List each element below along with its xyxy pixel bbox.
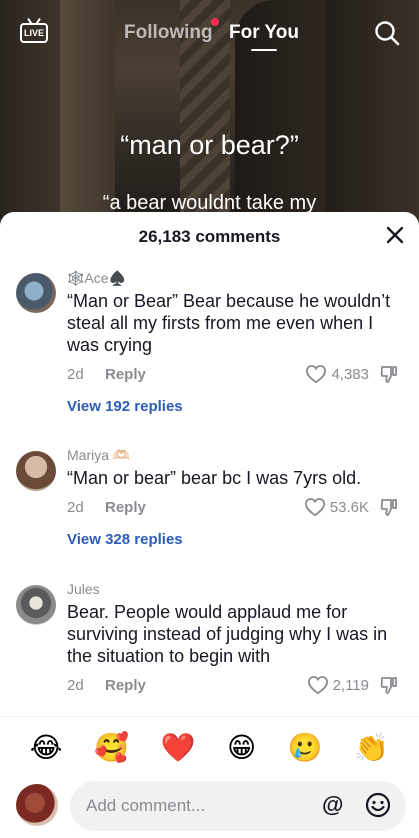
mention-button[interactable]: @ — [322, 792, 343, 818]
like-count: 2,119 — [332, 676, 369, 694]
reply-button[interactable]: Reply — [105, 499, 146, 516]
emoji-clap-button[interactable]: 👏 — [354, 733, 389, 762]
comments-header: 26,183 comments — [0, 212, 419, 260]
avatar[interactable] — [16, 451, 56, 491]
emoji-bar: 😂 🥰 ❤️ 😁 🥲 👏 — [0, 716, 419, 778]
avatar[interactable] — [16, 585, 56, 625]
emoji-tear-button[interactable]: 🥲 — [288, 733, 323, 762]
active-tab-indicator — [251, 49, 277, 51]
video-caption-line-1: “man or bear?” — [120, 130, 299, 160]
like-button[interactable]: 4,383 — [305, 364, 369, 384]
comment-date: 2d — [67, 677, 84, 694]
my-avatar[interactable] — [16, 784, 58, 826]
heart-icon — [306, 365, 327, 384]
comment-text: “Man or bear” bear bc I was 7yrs old. — [67, 468, 362, 488]
comment-count: 26,183 comments — [138, 227, 281, 246]
live-label: LIVE — [20, 23, 48, 43]
comment-meta: 2d Reply 2,119 — [67, 675, 399, 697]
close-icon[interactable] — [384, 224, 406, 246]
dislike-icon[interactable] — [379, 497, 399, 517]
comment-text: Bear. People would applaud me for surviv… — [67, 602, 388, 666]
search-icon[interactable] — [374, 20, 400, 46]
like-button[interactable]: 2,119 — [307, 675, 369, 695]
comment-date: 2d — [67, 499, 84, 516]
smiley-icon[interactable] — [365, 792, 391, 818]
comment-body: 🕸️Ace♠️ “Man or Bear” Bear because he wo… — [67, 269, 399, 415]
comment-date: 2d — [67, 366, 84, 383]
comment-username[interactable]: Mariya 🫶🏻 — [67, 446, 399, 464]
dislike-icon[interactable] — [379, 364, 399, 384]
comment-meta: 2d Reply 53.6K — [67, 497, 399, 519]
view-replies-link[interactable]: View 328 replies — [67, 531, 399, 548]
emoji-heart-button[interactable]: ❤️ — [161, 733, 196, 762]
avatar[interactable] — [16, 273, 56, 313]
reply-button[interactable]: Reply — [105, 366, 146, 383]
tab-following[interactable]: Following — [124, 22, 213, 44]
emoji-love-button[interactable]: 🥰 — [94, 733, 129, 762]
heart-icon — [304, 498, 325, 517]
dislike-icon[interactable] — [379, 675, 399, 695]
like-count: 4,383 — [331, 365, 369, 383]
notification-dot — [211, 18, 219, 26]
like-button[interactable]: 53.6K — [304, 497, 369, 517]
comment-text: “Man or Bear” Bear because he wouldn’t s… — [67, 291, 391, 355]
comment-input[interactable] — [70, 781, 406, 831]
tab-for-you[interactable]: For You — [229, 22, 299, 44]
comment-input-row: @ — [0, 778, 419, 838]
comment-username[interactable]: 🕸️Ace♠️ — [67, 269, 399, 287]
emoji-laughing-button[interactable]: 😂 — [30, 733, 63, 762]
live-icon[interactable]: LIVE — [20, 18, 48, 44]
top-navigation: LIVE Following For You — [0, 14, 419, 54]
comment-meta: 2d Reply 4,383 — [67, 364, 399, 386]
reply-button[interactable]: Reply — [105, 677, 146, 694]
view-replies-link[interactable]: View 192 replies — [67, 398, 399, 415]
emoji-grin-button[interactable]: 😁 — [227, 733, 256, 762]
comment-body: Mariya 🫶🏻 “Man or bear” bear bc I was 7y… — [67, 446, 399, 548]
comment-username[interactable]: Jules — [67, 580, 399, 598]
like-count: 53.6K — [329, 498, 369, 516]
comment-body: Jules Bear. People would applaud me for … — [67, 580, 399, 697]
heart-icon — [307, 676, 328, 695]
